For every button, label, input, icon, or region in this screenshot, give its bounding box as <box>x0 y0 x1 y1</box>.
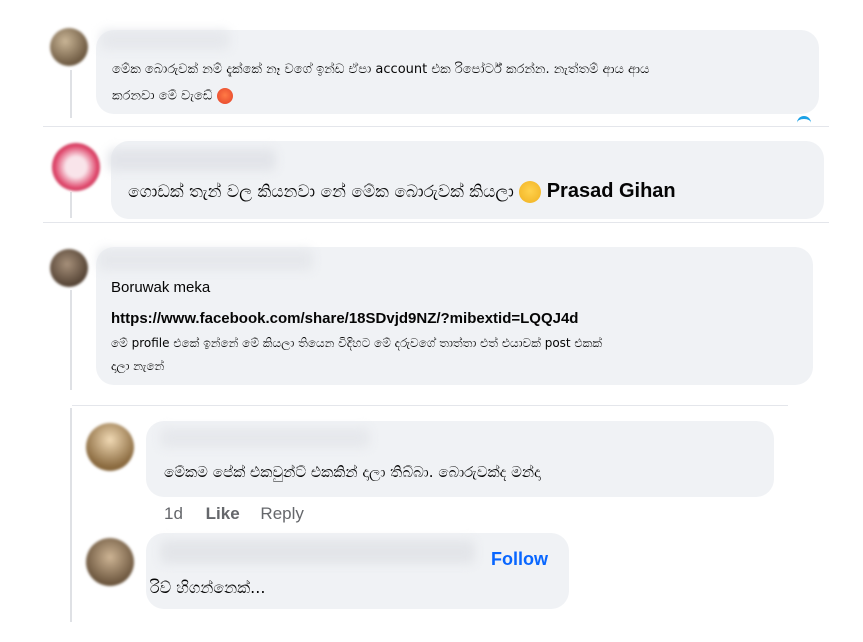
commenter-name[interactable] <box>98 249 313 271</box>
comment-text-line: ගොඩක් තැන් වල කියනවා නේ මේක බොරුවක් කියල… <box>128 180 676 203</box>
thread-line <box>70 408 72 622</box>
comment-text-fragment: කරනවා මේ වැඩේ <box>112 88 213 104</box>
reply-button[interactable]: Reply <box>260 504 303 523</box>
angry-face-icon <box>216 88 233 104</box>
thread-line <box>70 70 72 118</box>
thread-line <box>70 192 72 218</box>
follow-button[interactable]: Follow <box>491 549 548 570</box>
comment-text-line-2: කරනවා මේ වැඩේ <box>112 88 233 104</box>
comment-divider <box>43 222 829 223</box>
comment-text: Boruwak meka <box>111 279 211 296</box>
comment-text: මේකම පේක් එකවුන්ට් එකකින් දාලා තිබ්බා. බ… <box>164 463 541 481</box>
thinking-face-icon <box>519 181 542 203</box>
like-button[interactable]: Like <box>206 504 240 523</box>
commenter-name[interactable] <box>160 540 475 564</box>
comment-text-line-3: දාලා නැනේ <box>111 359 165 373</box>
commenter-name[interactable] <box>160 428 370 448</box>
comment-text-line-2: මේ profile එකේ ඉන්නේ මේ කියලා තියෙන විදි… <box>111 336 603 350</box>
commenter-name[interactable] <box>100 30 230 50</box>
comment-meta: 1d Like Reply <box>164 504 304 524</box>
comment-text: ගොඩක් තැන් වල කියනවා නේ මේක බොරුවක් කියල… <box>128 182 514 202</box>
shared-link[interactable]: https://www.facebook.com/share/18SDvjd9N… <box>111 310 578 327</box>
commenter-name[interactable] <box>108 149 276 171</box>
avatar[interactable] <box>50 28 88 66</box>
comment-text: රිව් හිගන්නෙක්... <box>150 578 266 597</box>
thread-line <box>70 290 72 390</box>
comment-divider <box>43 126 829 127</box>
comment-text: මේක බොරුවක් නම් දැක්කේ නෑ වගේ ඉන්ඩ ඒපා a… <box>112 62 650 77</box>
avatar[interactable] <box>50 249 88 287</box>
comment-divider <box>72 405 788 406</box>
timestamp[interactable]: 1d <box>164 504 183 523</box>
avatar[interactable] <box>86 423 134 471</box>
avatar[interactable] <box>86 538 134 586</box>
avatar[interactable] <box>52 143 100 191</box>
mention-link[interactable]: Prasad Gihan <box>547 180 676 202</box>
reaction-indicator <box>797 116 811 125</box>
